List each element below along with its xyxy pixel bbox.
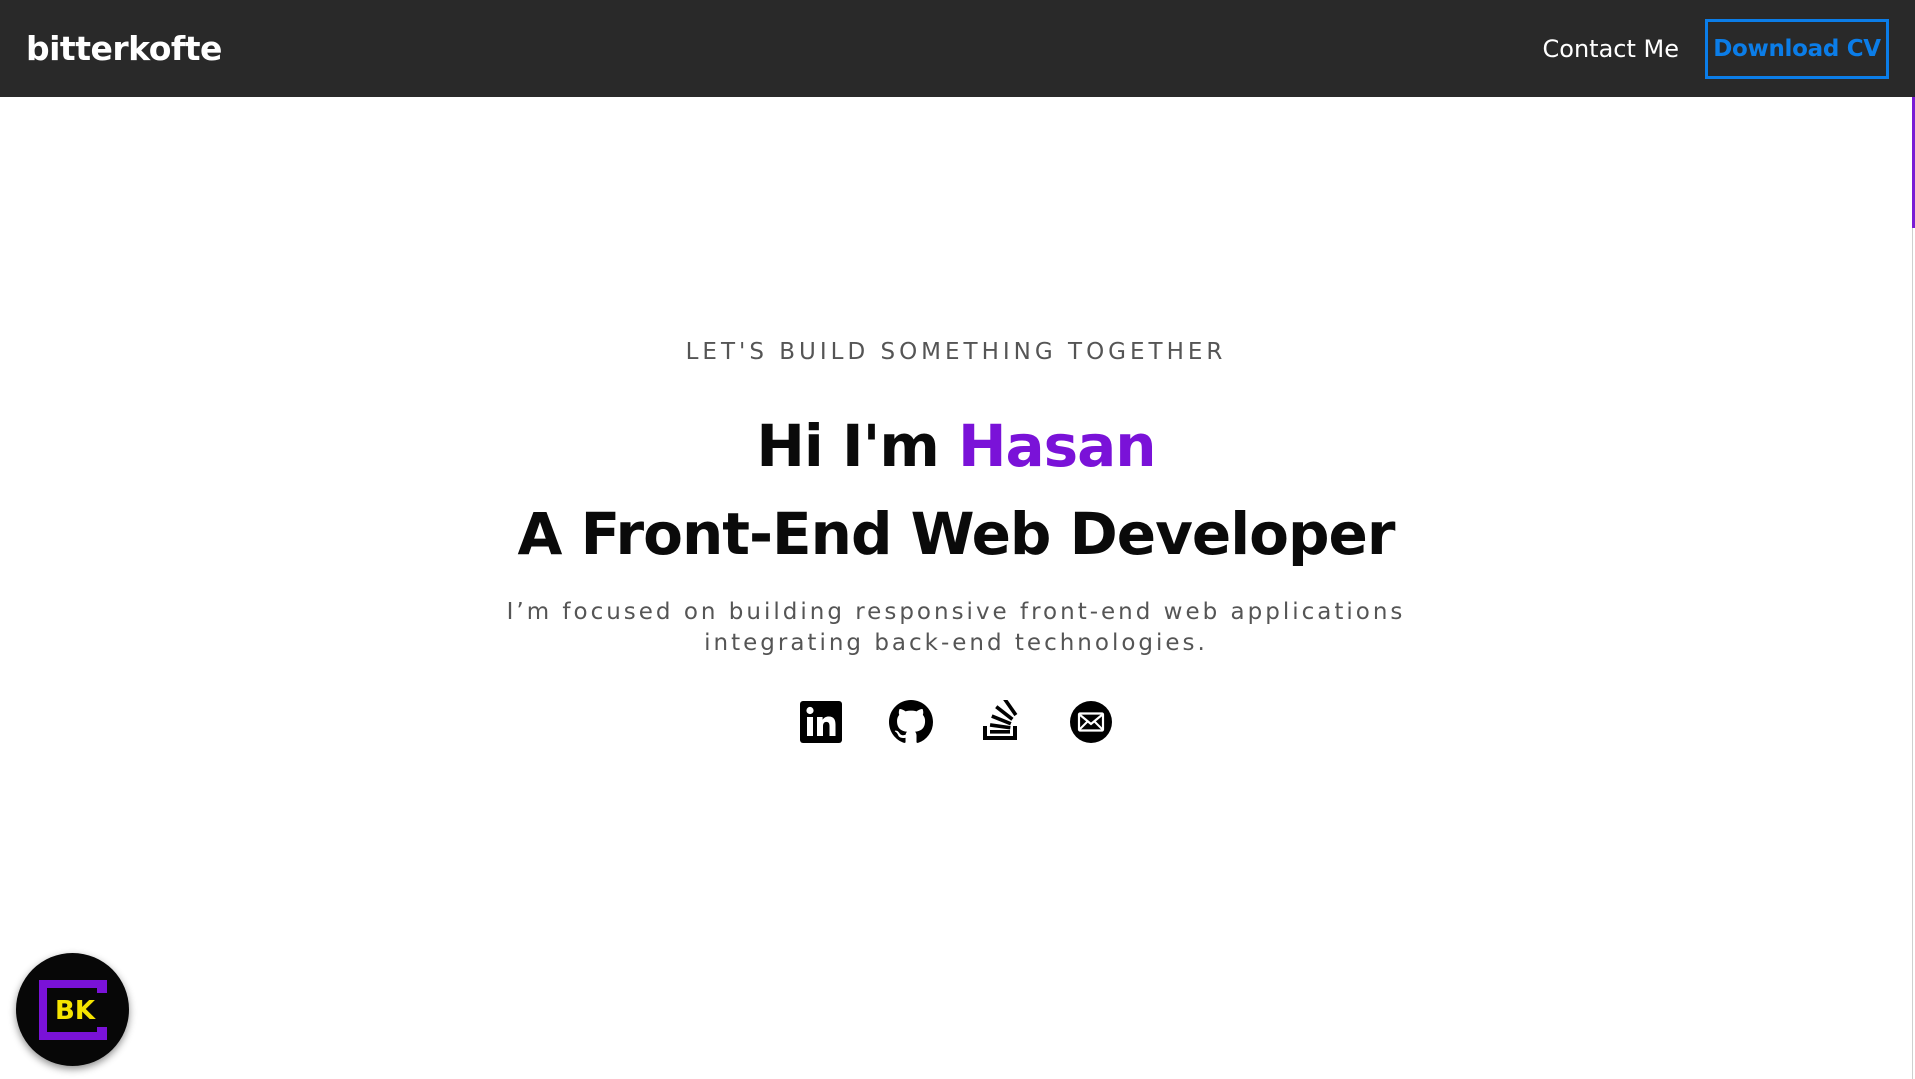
brand-logo-link[interactable]: bitterkofte (26, 29, 222, 68)
bk-logo-icon: BK (38, 979, 107, 1040)
hero-headline: Hi I'm Hasan A Front-End Web Developer (0, 402, 1912, 578)
stackoverflow-icon[interactable] (979, 700, 1023, 744)
hero-description: I’m focused on building responsive front… (0, 597, 1912, 659)
greeting-prefix: Hi I'm (756, 412, 958, 480)
nav-actions: Contact Me Download CV (1543, 18, 1889, 79)
github-icon[interactable] (889, 700, 933, 744)
hero-name: Hasan (957, 412, 1157, 480)
hero-tagline: LET'S BUILD SOMETHING TOGETHER (685, 339, 1227, 365)
linkedin-icon[interactable] (799, 700, 843, 744)
top-navbar: bitterkofte Contact Me Download CV (0, 0, 1915, 97)
floating-bk-logo[interactable]: BK (16, 953, 129, 1066)
hero-description-line-1: I’m focused on building responsive front… (506, 599, 1406, 625)
mail-icon[interactable] (1069, 700, 1113, 744)
download-cv-button[interactable]: Download CV (1705, 18, 1889, 79)
contact-me-link[interactable]: Contact Me (1543, 35, 1679, 63)
hero-role: A Front-End Web Developer (517, 500, 1396, 568)
hero-section: LET'S BUILD SOMETHING TOGETHER Hi I'm Ha… (0, 97, 1912, 1079)
hero-description-line-2: integrating back-end technologies. (704, 630, 1208, 656)
scroll-progress-track (1912, 228, 1913, 1079)
social-links (0, 700, 1912, 744)
bk-logo-text: BK (55, 996, 96, 1026)
